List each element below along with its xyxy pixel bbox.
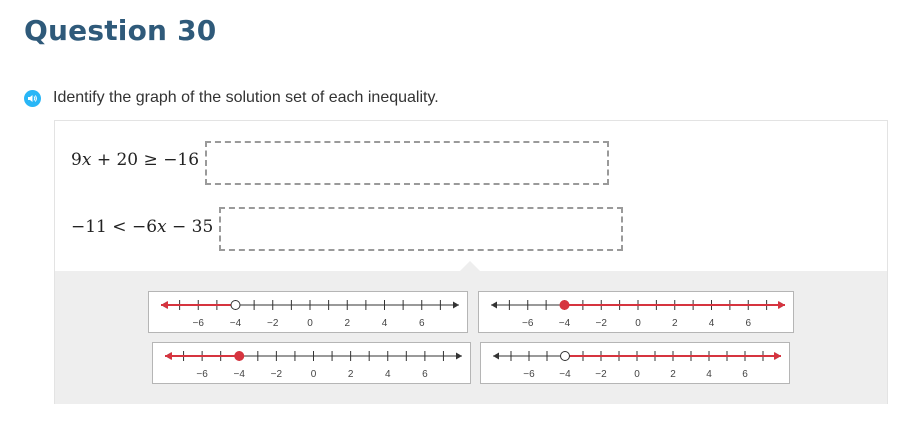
question-title: Question 30	[24, 14, 217, 47]
coefficient: 9	[71, 150, 82, 170]
drop-target-1[interactable]	[205, 141, 609, 185]
tick-label: −6	[522, 318, 534, 329]
operator: +	[96, 150, 112, 170]
tick-label: −6	[196, 369, 208, 380]
tick-label: −2	[267, 318, 279, 329]
speaker-icon[interactable]	[24, 89, 41, 107]
constant: 20	[116, 150, 139, 170]
axis-arrow-left	[493, 352, 499, 360]
tick-label: −4	[559, 369, 571, 380]
tray-pointer	[460, 261, 480, 271]
answer-card-a[interactable]: −6 −4 −2 0 2 4 6	[148, 291, 468, 333]
tick-label: 6	[745, 318, 751, 329]
tick-label: 0	[634, 369, 640, 380]
rhs-value: −16	[163, 150, 200, 170]
operator: −	[172, 217, 187, 237]
number-line: −6 −4 −2 0 2 4 6	[161, 300, 459, 329]
tick-label: −4	[230, 318, 242, 329]
number-line: −6 −4 −2 0 2 4 6	[493, 351, 781, 380]
tick-label: 2	[344, 318, 350, 329]
answer-card-b[interactable]: −6 −4 −2 0 2 4 6	[478, 291, 794, 333]
axis-arrow-right	[453, 301, 459, 309]
axis-arrow-right	[456, 352, 462, 360]
tick-label: 4	[382, 318, 388, 329]
closed-endpoint	[559, 300, 570, 310]
tick-label: −2	[271, 369, 283, 380]
tick-label: −6	[193, 318, 205, 329]
tick-label: 0	[311, 369, 317, 380]
number-line: −6 −4 −2 0 2 4 6	[491, 300, 785, 329]
constant: 35	[191, 217, 214, 237]
tick-label: −2	[595, 369, 607, 380]
tick-label: 2	[672, 318, 678, 329]
variable: x	[157, 217, 167, 237]
lhs-value: −11	[71, 217, 107, 237]
tick-label: −4	[559, 318, 571, 329]
open-endpoint	[560, 351, 570, 361]
solution-arrow	[161, 301, 168, 309]
open-endpoint	[230, 300, 241, 310]
number-line: −6 −4 −2 0 2 4 6	[165, 351, 462, 380]
tick-label: −2	[596, 318, 608, 329]
coefficient: −6	[131, 217, 158, 237]
tick-label: 6	[742, 369, 748, 380]
variable: x	[81, 150, 92, 170]
tick-label: −4	[234, 369, 246, 380]
tick-label: 4	[706, 369, 712, 380]
tick-label: 6	[419, 318, 425, 329]
axis-arrow-left	[491, 301, 497, 309]
tick-label: 4	[385, 369, 391, 380]
inequality-2: −11 < −6x − 35	[71, 217, 213, 237]
tick-label: 0	[635, 318, 641, 329]
tick-label: 2	[670, 369, 676, 380]
tick-label: 6	[422, 369, 428, 380]
relation-symbol: ≥	[143, 150, 158, 170]
closed-endpoint	[234, 351, 245, 361]
drop-target-2[interactable]	[219, 207, 623, 251]
tick-label: −6	[523, 369, 535, 380]
prompt-text: Identify the graph of the solution set o…	[53, 89, 439, 106]
answer-card-c[interactable]: −6 −4 −2 0 2 4 6	[152, 342, 471, 384]
tick-label: 2	[348, 369, 354, 380]
relation-symbol: <	[112, 217, 127, 237]
prompt-row: Identify the graph of the solution set o…	[24, 87, 439, 109]
solution-arrow	[774, 352, 781, 360]
tick-label: 0	[307, 318, 313, 329]
tick-label: 4	[709, 318, 715, 329]
inequality-1: 9x + 20 ≥ −16	[71, 150, 199, 170]
solution-arrow	[165, 352, 172, 360]
solution-arrow	[778, 301, 785, 309]
answer-card-d[interactable]: −6 −4 −2 0 2 4 6	[480, 342, 790, 384]
